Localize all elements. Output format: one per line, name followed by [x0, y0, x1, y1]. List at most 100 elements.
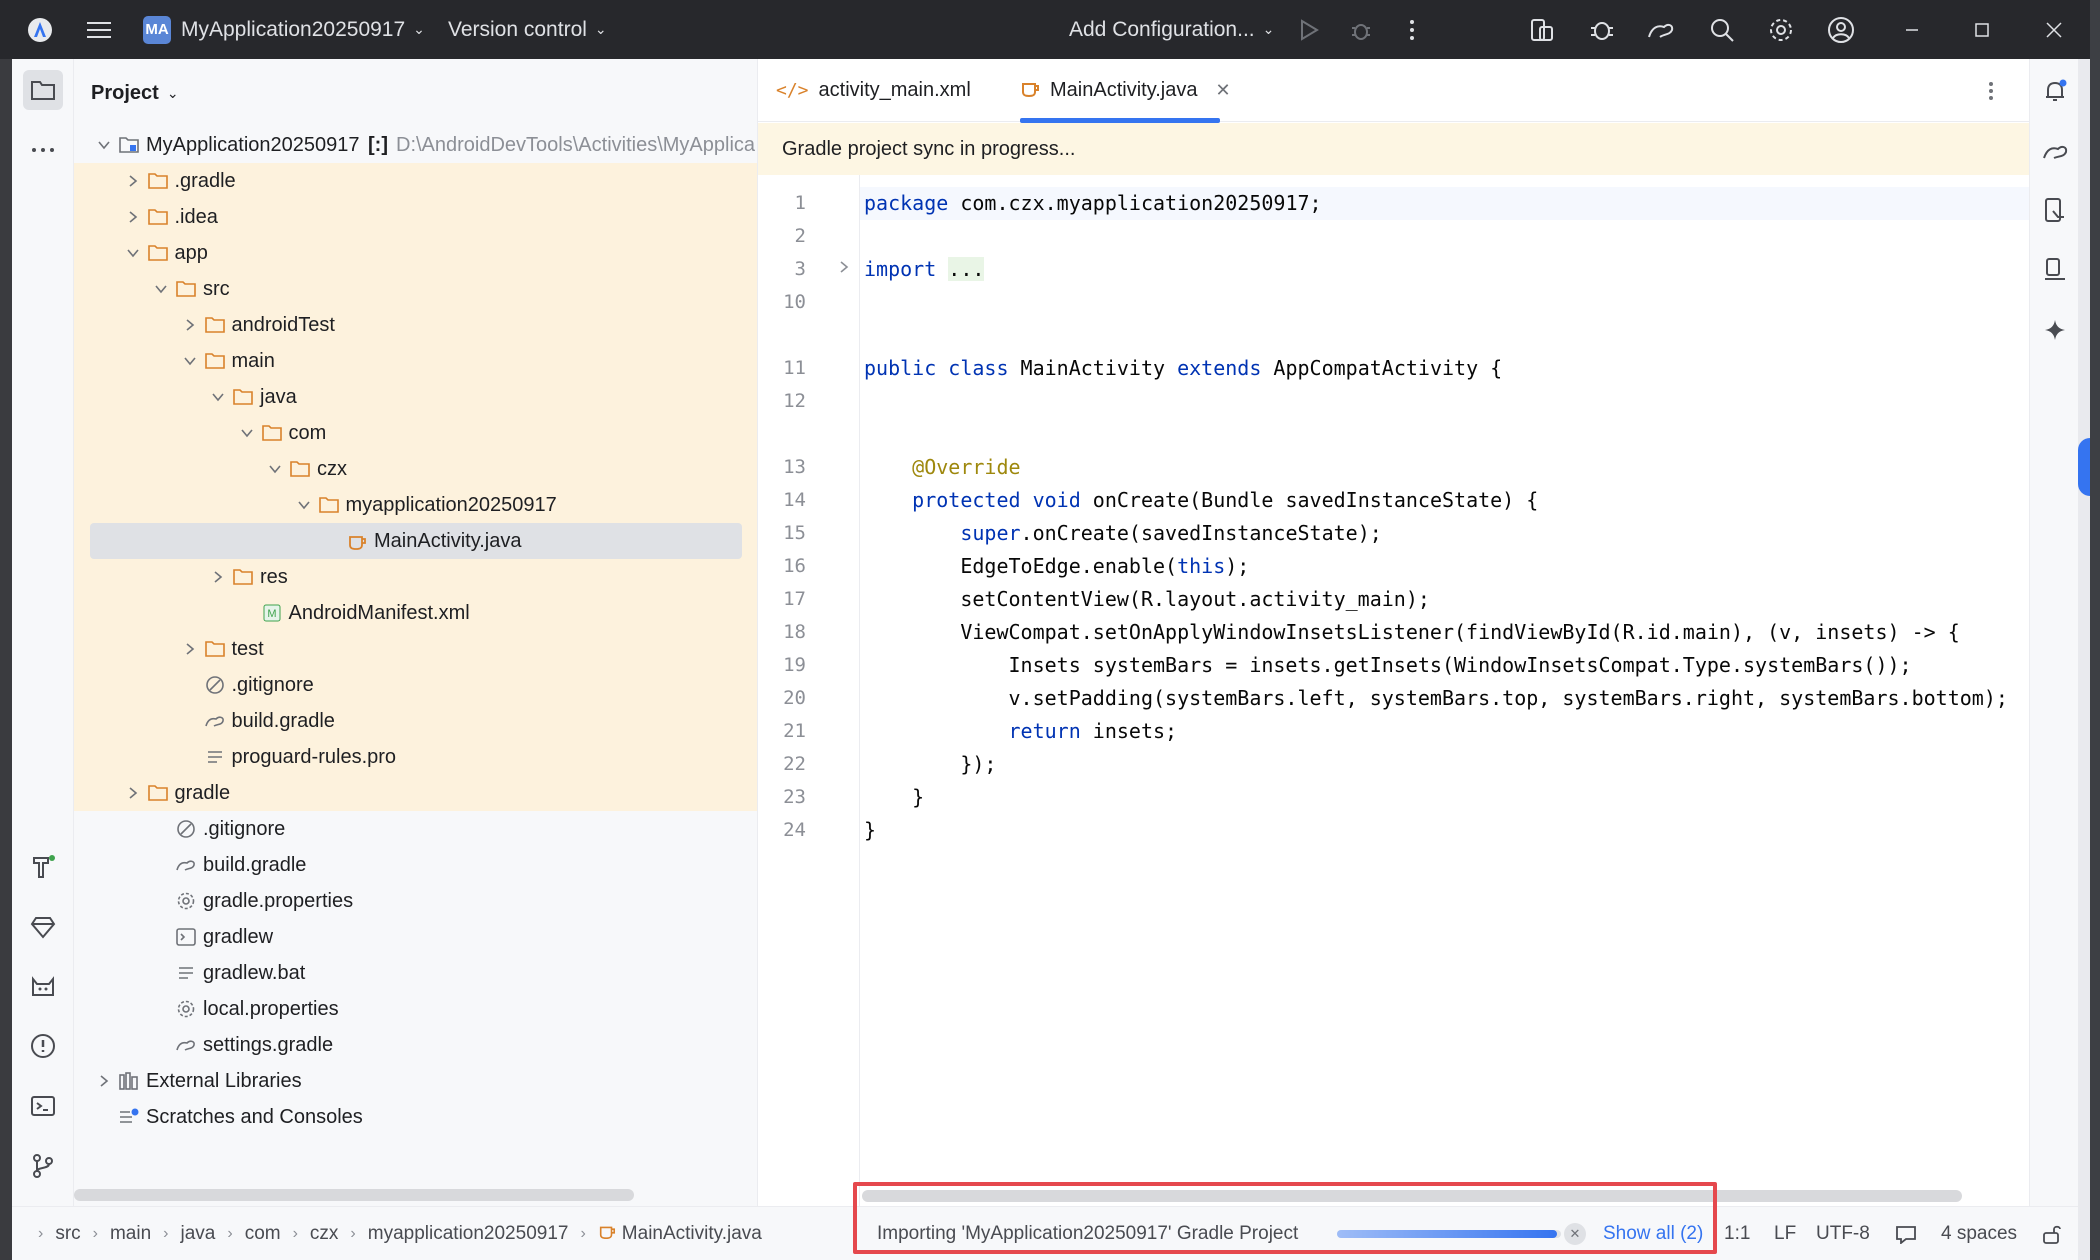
tree-row[interactable]: local.properties: [74, 991, 757, 1027]
tree-row[interactable]: gradle: [74, 775, 757, 811]
maximize-window-icon[interactable]: [1962, 0, 2002, 59]
running-devices-icon[interactable]: [2035, 250, 2075, 290]
breadcrumb-item[interactable]: MainActivity.java: [622, 1223, 762, 1245]
account-icon[interactable]: [1821, 0, 1861, 59]
caret-position[interactable]: 1:1: [1724, 1207, 1750, 1260]
chevron-right-icon[interactable]: [210, 569, 226, 585]
tree-row[interactable]: gradle.properties: [74, 883, 757, 919]
tree-row[interactable]: .idea: [74, 199, 757, 235]
breadcrumb-item[interactable]: java: [181, 1223, 216, 1245]
chevron-right-icon[interactable]: [125, 785, 141, 801]
tree-row[interactable]: External Libraries: [74, 1063, 757, 1099]
close-window-icon[interactable]: [2034, 0, 2074, 59]
tree-row[interactable]: M AndroidManifest.xml: [74, 595, 757, 631]
reader-mode-icon[interactable]: [1895, 1207, 1917, 1260]
chevron-down-icon[interactable]: [239, 425, 255, 441]
folded-imports[interactable]: ...: [948, 257, 985, 281]
project-folder-icon[interactable]: [23, 70, 63, 110]
code-editor[interactable]: package com.czx.myapplication20250917; im…: [860, 175, 2029, 1206]
file-encoding[interactable]: UTF-8: [1816, 1207, 1870, 1260]
line-separator[interactable]: LF: [1774, 1207, 1796, 1260]
tab-main-activity-java[interactable]: MainActivity.java ✕: [1020, 59, 1231, 123]
chevron-right-icon[interactable]: [182, 317, 198, 333]
more-actions-icon[interactable]: [1392, 0, 1432, 59]
gem-icon[interactable]: [23, 907, 63, 947]
gradle-icon[interactable]: [2035, 131, 2075, 171]
project-switcher[interactable]: MA MyApplication20250917 ⌄: [143, 0, 425, 59]
tree-row[interactable]: myapplication20250917: [74, 487, 757, 523]
breadcrumb-item[interactable]: com: [245, 1223, 281, 1245]
chevron-down-icon[interactable]: [296, 497, 312, 513]
tab-activity-main-xml[interactable]: </> activity_main.xml: [776, 59, 971, 122]
breadcrumb-item[interactable]: czx: [310, 1223, 339, 1245]
device-manager-icon[interactable]: [1522, 0, 1562, 59]
version-control-menu[interactable]: Version control ⌄: [448, 0, 607, 59]
horizontal-scrollbar[interactable]: [74, 1189, 634, 1201]
minimize-window-icon[interactable]: [1892, 0, 1932, 59]
tree-row[interactable]: src: [74, 271, 757, 307]
chevron-right-icon[interactable]: [182, 641, 198, 657]
chevron-down-icon[interactable]: [182, 353, 198, 369]
gradle-sync-icon[interactable]: [1641, 0, 1681, 59]
chevron-right-icon[interactable]: [96, 1073, 112, 1089]
chevron-down-icon[interactable]: [96, 137, 112, 153]
tree-row[interactable]: settings.gradle: [74, 1027, 757, 1063]
main-menu-icon[interactable]: [79, 0, 119, 59]
gemini-sparkle-icon[interactable]: [2035, 310, 2075, 350]
tree-row[interactable]: Scratches and Consoles: [74, 1099, 757, 1135]
lock-open-icon[interactable]: [2042, 1207, 2062, 1260]
tree-row[interactable]: czx: [74, 451, 757, 487]
build-hammer-icon[interactable]: [23, 847, 63, 887]
tree-row[interactable]: proguard-rules.pro: [74, 739, 757, 775]
tree-row[interactable]: res: [74, 559, 757, 595]
breadcrumb-item[interactable]: src: [55, 1223, 80, 1245]
device-file-explorer-icon[interactable]: [2035, 190, 2075, 230]
breadcrumb-item[interactable]: myapplication20250917: [368, 1223, 569, 1245]
fold-chevron-icon[interactable]: [838, 260, 850, 277]
chevron-down-icon[interactable]: [267, 461, 283, 477]
chevron-down-icon[interactable]: [125, 245, 141, 261]
tree-row[interactable]: build.gradle: [74, 847, 757, 883]
tree-row[interactable]: .gitignore: [74, 811, 757, 847]
chevron-right-icon[interactable]: [125, 209, 141, 225]
run-configuration-dropdown[interactable]: Add Configuration... ⌄: [1069, 0, 1274, 59]
chevron-down-icon[interactable]: [153, 281, 169, 297]
close-tab-icon[interactable]: ✕: [1215, 80, 1230, 101]
tree-row[interactable]: .gradle: [74, 163, 757, 199]
line-number: 12: [783, 390, 806, 412]
breadcrumb-item[interactable]: main: [110, 1223, 151, 1245]
more-tool-windows-icon[interactable]: [23, 130, 63, 170]
tree-row[interactable]: androidTest: [74, 307, 757, 343]
tree-row[interactable]: build.gradle: [74, 703, 757, 739]
tree-row[interactable]: com: [74, 415, 757, 451]
chevron-down-icon[interactable]: [210, 389, 226, 405]
settings-gear-icon[interactable]: [1761, 0, 1801, 59]
chevron-right-icon[interactable]: [125, 173, 141, 189]
tree-row[interactable]: gradlew: [74, 919, 757, 955]
tree-row[interactable]: java: [74, 379, 757, 415]
indent-setting[interactable]: 4 spaces: [1941, 1207, 2017, 1260]
floating-assistant-button[interactable]: [2078, 438, 2090, 496]
project-panel-header[interactable]: Project ⌄: [74, 59, 757, 127]
terminal-icon[interactable]: [23, 1086, 63, 1126]
notifications-bell-icon[interactable]: [2035, 71, 2075, 111]
debug-icon[interactable]: [1341, 0, 1381, 59]
git-branch-icon[interactable]: [23, 1146, 63, 1186]
folder-icon: [318, 494, 340, 516]
app-inspection-icon[interactable]: [1582, 0, 1622, 59]
tree-item-label: gradle: [174, 782, 231, 804]
search-icon[interactable]: [1702, 0, 1742, 59]
problems-icon[interactable]: [23, 1026, 63, 1066]
logcat-icon[interactable]: [23, 967, 63, 1007]
tree-row[interactable]: main: [74, 343, 757, 379]
tree-row[interactable]: gradlew.bat: [74, 955, 757, 991]
tree-row[interactable]: .gitignore: [74, 667, 757, 703]
tree-row[interactable]: test: [74, 631, 757, 667]
editor-tabs-more-icon[interactable]: [1988, 59, 1994, 122]
tree-row[interactable]: MainActivity.java: [74, 523, 757, 559]
tree-row[interactable]: app: [74, 235, 757, 271]
tree-row[interactable]: MyApplication20250917 [:] D:\AndroidDevToo…: [74, 127, 757, 163]
run-icon[interactable]: [1289, 0, 1329, 59]
